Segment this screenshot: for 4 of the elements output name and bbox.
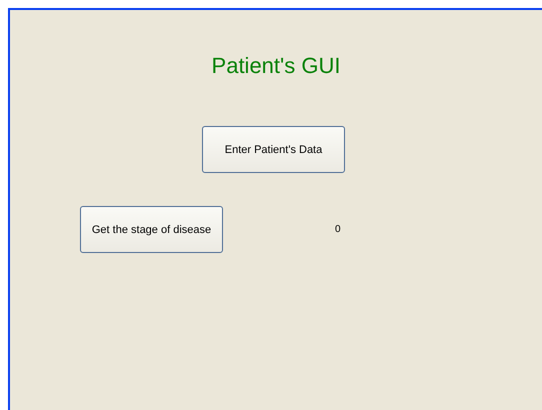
get-stage-button[interactable]: Get the stage of disease [80, 206, 223, 253]
enter-data-button[interactable]: Enter Patient's Data [202, 126, 345, 173]
window-title: Patient's GUI [210, 52, 342, 80]
stage-value: 0 [335, 224, 341, 235]
